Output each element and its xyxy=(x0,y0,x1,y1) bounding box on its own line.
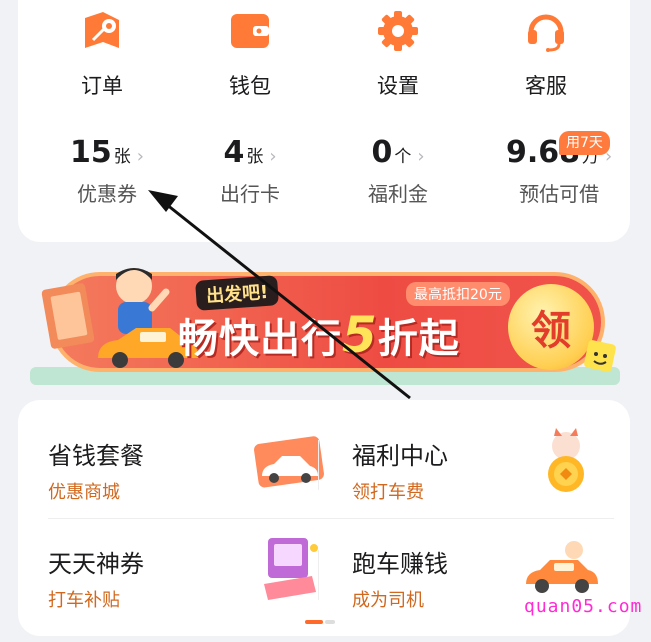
stat-unit: 张 xyxy=(246,147,264,167)
quick-action-wallet[interactable]: 钱包 xyxy=(176,10,324,110)
smiley-bag-icon xyxy=(580,334,620,374)
service-title: 福利中心 xyxy=(352,442,448,470)
banner-subtitle: 最高抵扣20元 xyxy=(406,282,510,306)
lucky-cat-coin-icon xyxy=(522,426,602,496)
stat-value: 15 xyxy=(70,135,112,170)
banner-slogan-prefix: 畅快出行 xyxy=(178,316,342,362)
divider xyxy=(318,440,319,490)
stat-coupons[interactable]: 15 张 › 优惠券 xyxy=(70,135,144,207)
stat-travel-cards[interactable]: 4 张 › 出行卡 xyxy=(220,135,280,207)
loan-badge: 用7天 xyxy=(559,131,610,155)
stat-unit: 张 xyxy=(113,147,131,167)
quick-action-label: 订单 xyxy=(81,74,123,98)
service-title: 跑车赚钱 xyxy=(352,550,448,578)
stats-row: 15 张 › 优惠券 4 张 › 出行卡 0 个 › 福利金 9.68 万 › … xyxy=(18,135,630,215)
chevron-right-icon: › xyxy=(269,146,277,167)
service-drive-earn[interactable]: 跑车赚钱 成为司机 xyxy=(352,541,602,642)
pager-active-dot xyxy=(305,620,323,624)
service-desc: 成为司机 xyxy=(352,590,424,611)
chevron-right-icon: › xyxy=(417,146,425,167)
service-daily-coupons[interactable]: 天天神券 打车补贴 xyxy=(48,538,328,642)
stat-welfare[interactable]: 0 个 › 福利金 xyxy=(368,135,428,207)
gear-icon xyxy=(377,10,419,52)
quick-action-settings[interactable]: 设置 xyxy=(324,10,472,110)
banner-slogan-suffix: 折起 xyxy=(377,316,460,362)
pager-dot xyxy=(325,620,335,624)
service-title: 省钱套餐 xyxy=(48,442,144,470)
promo-banner[interactable]: 出发吧! 最高抵扣20元 畅快出行5折起 领 xyxy=(30,262,620,386)
watermark: quan05.com xyxy=(524,596,643,617)
service-desc: 优惠商城 xyxy=(48,482,120,503)
quick-action-orders[interactable]: 订单 xyxy=(28,10,176,110)
order-map-icon xyxy=(81,10,123,52)
banner-slogan-number: 5 xyxy=(342,306,378,364)
stat-label: 福利金 xyxy=(368,182,428,206)
service-title: 天天神券 xyxy=(48,550,144,578)
wallet-icon xyxy=(229,10,271,52)
stat-unit: 个 xyxy=(394,147,412,167)
coupon-machine-icon xyxy=(248,534,328,604)
stat-value: 4 xyxy=(223,135,245,170)
divider xyxy=(318,550,319,600)
quick-action-label: 设置 xyxy=(377,74,419,98)
headset-icon xyxy=(525,10,567,52)
quick-actions-row: 订单 钱包 设置 客服 xyxy=(18,10,630,110)
service-saving-package[interactable]: 省钱套餐 优惠商城 xyxy=(48,436,328,536)
service-welfare-center[interactable]: 福利中心 领打车费 xyxy=(352,428,602,536)
quick-action-label: 客服 xyxy=(525,74,567,98)
service-desc: 领打车费 xyxy=(352,482,424,503)
stat-label: 预估可借 xyxy=(519,182,600,206)
service-desc: 打车补贴 xyxy=(48,590,120,611)
banner-slogan: 畅快出行5折起 xyxy=(178,306,460,364)
quick-action-service[interactable]: 客服 xyxy=(472,10,620,110)
ticket-icon xyxy=(40,282,100,352)
divider xyxy=(48,518,614,519)
stat-label: 出行卡 xyxy=(220,182,280,206)
chevron-right-icon: › xyxy=(136,146,144,167)
stat-value: 0 xyxy=(371,135,393,170)
ticket-car-icon xyxy=(248,426,328,496)
quick-action-label: 钱包 xyxy=(229,74,271,98)
stat-label: 优惠券 xyxy=(76,182,137,206)
driver-car-icon xyxy=(522,534,602,604)
top-card: 订单 钱包 设置 客服 15 张 › 优惠券 4 张 › 出行卡 0 个 › 福… xyxy=(18,0,630,242)
